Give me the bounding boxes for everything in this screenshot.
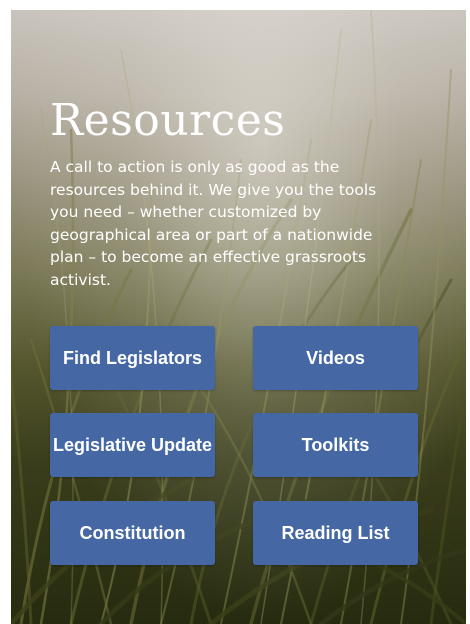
- page-title: Resources: [50, 95, 286, 146]
- videos-button[interactable]: Videos: [253, 326, 418, 390]
- toolkits-button[interactable]: Toolkits: [253, 413, 418, 477]
- resources-description: A call to action is only as good as the …: [50, 158, 377, 289]
- find-legislators-button[interactable]: Find Legislators: [50, 326, 215, 390]
- constitution-button[interactable]: Constitution: [50, 501, 215, 565]
- page: Resources A call to action is only as go…: [0, 0, 470, 624]
- legislative-update-button[interactable]: Legislative Update: [50, 413, 215, 477]
- reading-list-button[interactable]: Reading List: [253, 501, 418, 565]
